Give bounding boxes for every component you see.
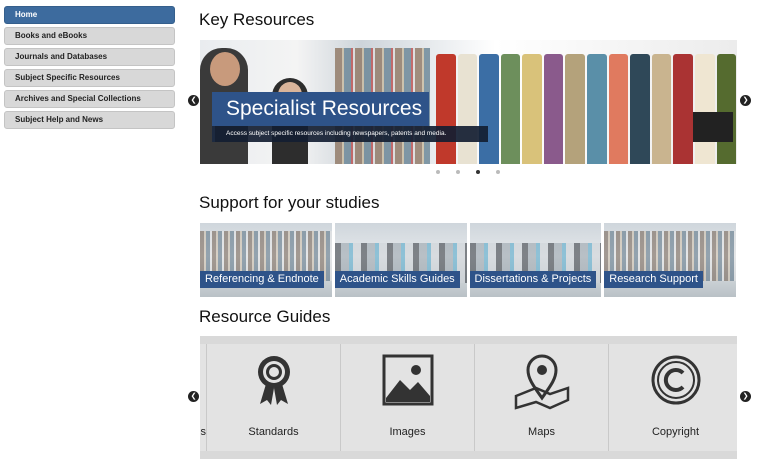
tile-label: Academic Skills Guides — [334, 271, 460, 288]
carousel-dot[interactable] — [456, 170, 460, 174]
guides-next-icon[interactable]: ❯ — [740, 391, 751, 402]
guide-label: Copyright — [651, 426, 700, 438]
tile-dissertations[interactable]: Dissertations & Projects — [469, 223, 602, 297]
award-ribbon-icon — [207, 354, 340, 406]
guide-images[interactable]: Images — [341, 344, 475, 451]
tile-label: Referencing & Endnote — [200, 271, 324, 288]
carousel-dot[interactable] — [436, 170, 440, 174]
map-pin-icon — [475, 354, 608, 410]
sidebar-item-subject-resources[interactable]: Subject Specific Resources — [4, 69, 175, 87]
carousel-dots — [436, 170, 500, 174]
guide-copyright[interactable]: Copyright — [609, 344, 737, 451]
tile-label: Research Support — [604, 271, 703, 288]
guide-label: Maps — [528, 426, 555, 438]
sidebar-nav: Home Books and eBooks Journals and Datab… — [4, 6, 175, 132]
tile-academic-skills[interactable]: Academic Skills Guides — [334, 223, 467, 297]
guide-partial[interactable]: s — [200, 344, 207, 451]
carousel-dot-active[interactable] — [476, 170, 480, 174]
image-icon — [341, 354, 474, 406]
guides-prev-icon[interactable]: ❮ — [188, 391, 199, 402]
sidebar-item-journals[interactable]: Journals and Databases — [4, 48, 175, 66]
carousel-dot[interactable] — [496, 170, 500, 174]
guide-label: Images — [389, 426, 426, 438]
guide-standards[interactable]: Standards — [207, 344, 341, 451]
sidebar-item-books[interactable]: Books and eBooks — [4, 27, 175, 45]
guide-maps[interactable]: Maps — [475, 344, 609, 451]
slide-heading[interactable]: Specialist Resources — [212, 92, 429, 126]
slide-photo-monitor — [693, 112, 733, 142]
carousel-prev-icon[interactable]: ❮ — [188, 95, 199, 106]
guide-partial-label: s — [200, 426, 207, 438]
tile-label: Dissertations & Projects — [469, 271, 597, 288]
resource-guides-carousel: s Standards Images Maps Copyright — [200, 336, 737, 459]
slide-photo-books — [436, 44, 737, 164]
carousel-next-icon[interactable]: ❯ — [740, 95, 751, 106]
support-heading: Support for your studies — [199, 193, 380, 212]
tile-referencing[interactable]: Referencing & Endnote — [200, 223, 332, 297]
copyright-icon — [609, 354, 737, 406]
key-resources-carousel[interactable]: Specialist Resources Access subject spec… — [200, 40, 737, 164]
support-tiles: Referencing & Endnote Academic Skills Gu… — [200, 223, 736, 297]
sidebar-item-subject-help[interactable]: Subject Help and News — [4, 111, 175, 129]
guide-label: Standards — [248, 426, 299, 438]
key-resources-heading: Key Resources — [199, 10, 315, 29]
tile-research-support[interactable]: Research Support — [604, 223, 736, 297]
sidebar-item-archives[interactable]: Archives and Special Collections — [4, 90, 175, 108]
sidebar-item-home[interactable]: Home — [4, 6, 175, 24]
resource-guides-heading: Resource Guides — [199, 307, 331, 326]
slide-caption: Access subject specific resources includ… — [212, 126, 488, 142]
